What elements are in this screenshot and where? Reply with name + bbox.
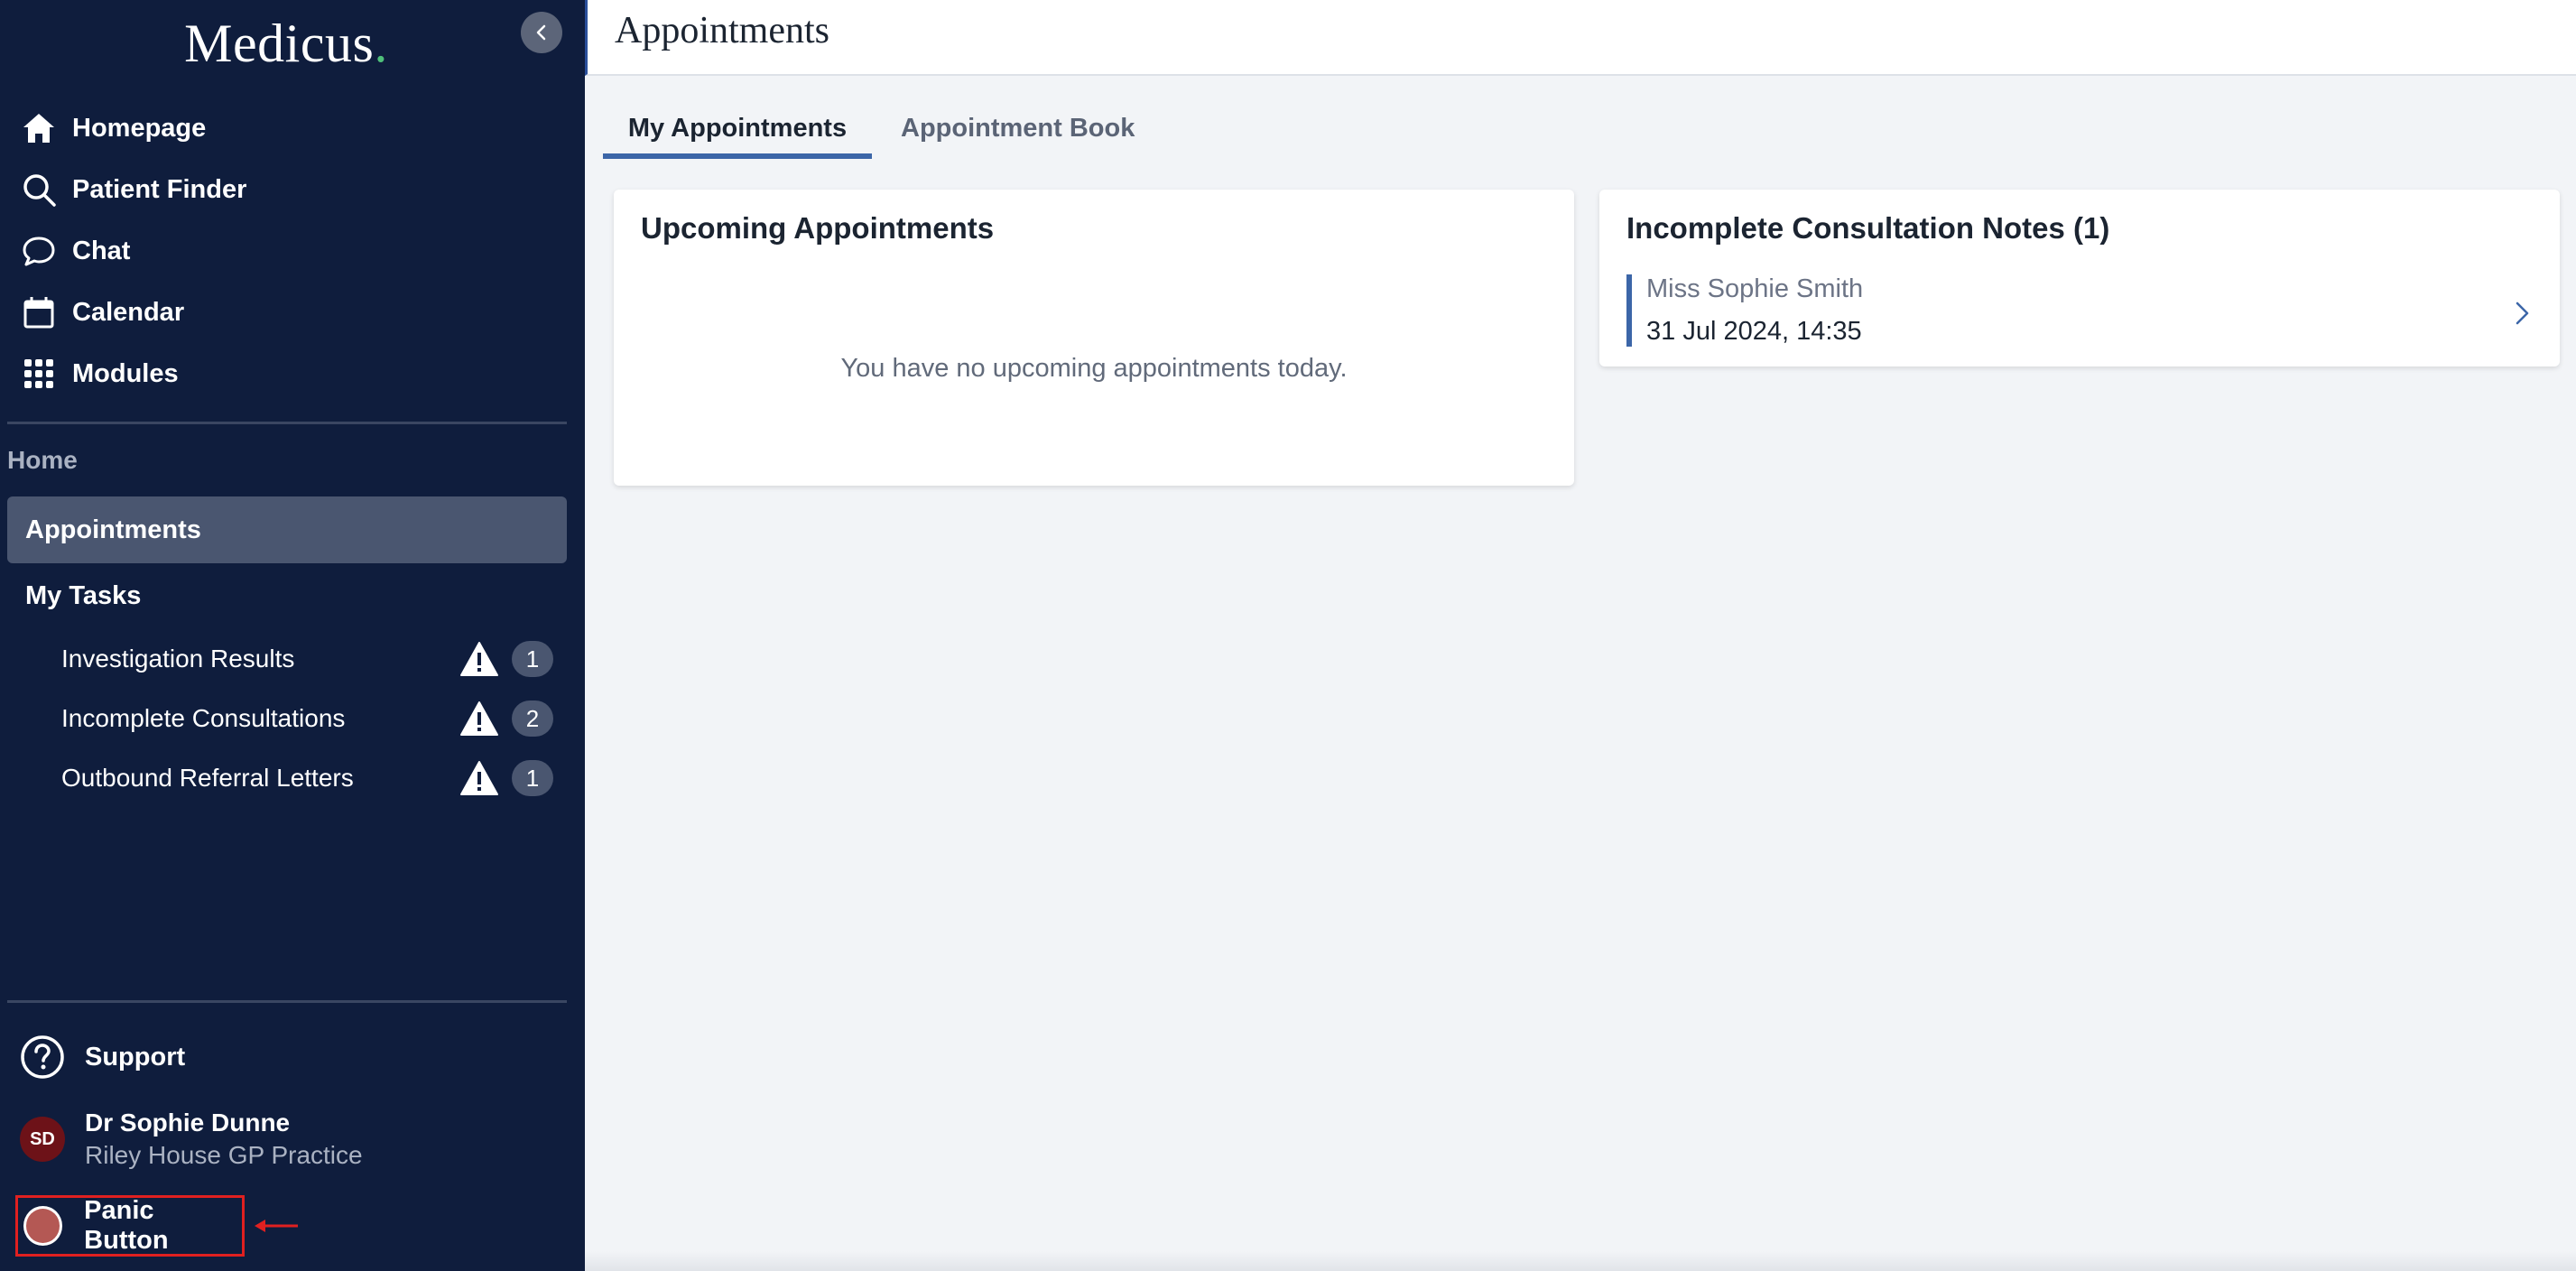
task-count-badge: 1 bbox=[512, 760, 553, 796]
calendar-icon bbox=[20, 293, 58, 331]
nav-item-homepage[interactable]: Homepage bbox=[0, 97, 585, 159]
task-label: Incomplete Consultations bbox=[61, 704, 346, 732]
user-profile[interactable]: SD Dr Sophie Dunne Riley House GP Practi… bbox=[20, 1109, 363, 1170]
avatar: SD bbox=[20, 1117, 65, 1162]
support-link[interactable]: Support bbox=[20, 1034, 185, 1080]
panic-indicator-icon bbox=[23, 1206, 63, 1246]
empty-state-message: You have no upcoming appointments today. bbox=[840, 354, 1348, 383]
task-item-incomplete-consultations[interactable]: Incomplete Consultations 2 bbox=[61, 695, 553, 742]
nav-item-label: Homepage bbox=[72, 113, 207, 143]
sidebar-item-my-tasks[interactable]: My Tasks bbox=[25, 581, 141, 611]
user-name: Dr Sophie Dunne bbox=[85, 1109, 291, 1136]
nav-item-label: Modules bbox=[72, 358, 179, 388]
chat-bubble-icon bbox=[20, 232, 58, 270]
page-header: Appointments bbox=[585, 0, 2576, 76]
nav-item-label: Calendar bbox=[72, 297, 185, 327]
sidebar: Medicus. Homepage Patient Finder Chat Ca… bbox=[0, 0, 585, 1271]
incomplete-consultation-notes-card: Incomplete Consultation Notes (1) Miss S… bbox=[1599, 190, 2560, 366]
consultation-datetime: 31 Jul 2024, 14:35 bbox=[1646, 317, 1862, 346]
collapse-sidebar-button[interactable] bbox=[521, 12, 562, 53]
support-label: Support bbox=[85, 1042, 186, 1072]
task-count-badge: 2 bbox=[512, 700, 553, 737]
main-nav: Homepage Patient Finder Chat Calendar Mo… bbox=[0, 97, 585, 404]
warning-icon bbox=[460, 701, 498, 736]
task-label: Outbound Referral Letters bbox=[61, 764, 354, 792]
home-icon bbox=[20, 109, 58, 147]
panic-button-label: Panic Button bbox=[84, 1196, 169, 1255]
card-title: Incomplete Consultation Notes (1) bbox=[1626, 211, 2110, 245]
bottom-shadow bbox=[585, 1251, 2576, 1271]
arrow-left-annotation-icon bbox=[255, 1220, 298, 1232]
nav-item-modules[interactable]: Modules bbox=[0, 343, 585, 404]
medicus-logo[interactable]: Medicus. bbox=[0, 13, 572, 75]
nav-item-calendar[interactable]: Calendar bbox=[0, 282, 585, 343]
help-icon bbox=[21, 1035, 64, 1079]
task-item-investigation-results[interactable]: Investigation Results 1 bbox=[61, 636, 553, 682]
sidebar-item-appointments[interactable]: Appointments bbox=[7, 496, 567, 563]
nav-item-label: Chat bbox=[72, 236, 131, 265]
nav-item-chat[interactable]: Chat bbox=[0, 220, 585, 282]
card-title: Upcoming Appointments bbox=[641, 211, 995, 245]
panic-button[interactable]: Panic Button bbox=[15, 1195, 245, 1257]
sidebar-divider bbox=[7, 422, 567, 424]
task-label: Investigation Results bbox=[61, 645, 295, 673]
warning-icon bbox=[460, 642, 498, 676]
nav-item-patient-finder[interactable]: Patient Finder bbox=[0, 159, 585, 220]
user-practice: Riley House GP Practice bbox=[85, 1141, 363, 1169]
chevron-right-icon[interactable] bbox=[2511, 300, 2533, 327]
search-icon bbox=[20, 171, 58, 209]
sidebar-section-home[interactable]: Home bbox=[7, 446, 78, 475]
upcoming-appointments-card: Upcoming Appointments You have no upcomi… bbox=[614, 190, 1574, 486]
nav-item-label: Patient Finder bbox=[72, 174, 247, 204]
sidebar-divider bbox=[7, 1000, 567, 1003]
warning-icon bbox=[460, 761, 498, 795]
tab-appointment-book[interactable]: Appointment Book bbox=[901, 105, 1135, 159]
chevron-left-icon bbox=[536, 24, 546, 41]
page-title: Appointments bbox=[615, 10, 829, 51]
task-item-outbound-referral-letters[interactable]: Outbound Referral Letters 1 bbox=[61, 755, 553, 802]
consultation-note-item[interactable]: Miss Sophie Smith 31 Jul 2024, 14:35 bbox=[1626, 274, 2547, 347]
patient-name: Miss Sophie Smith bbox=[1646, 274, 1864, 303]
grid-icon bbox=[20, 355, 58, 393]
tab-my-appointments[interactable]: My Appointments bbox=[603, 105, 872, 159]
task-count-badge: 1 bbox=[512, 641, 553, 677]
